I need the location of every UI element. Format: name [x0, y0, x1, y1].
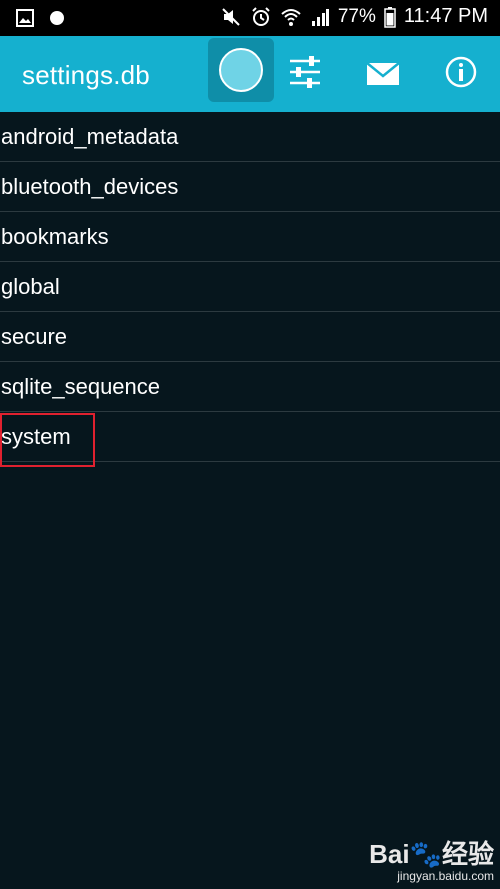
table-name: bookmarks: [1, 224, 109, 249]
mail-icon: [366, 62, 400, 85]
table-row[interactable]: global: [0, 262, 500, 312]
app-bar: settings.db: [0, 36, 500, 112]
table-name: bluetooth_devices: [1, 174, 179, 199]
table-name: global: [1, 274, 60, 299]
circle-icon: [48, 9, 66, 27]
mute-icon: [220, 6, 242, 28]
info-button[interactable]: [444, 54, 478, 95]
table-row[interactable]: android_metadata: [0, 112, 500, 162]
gallery-icon: [16, 9, 34, 27]
mail-button[interactable]: [366, 54, 400, 95]
signal-icon: [310, 7, 330, 27]
table-row[interactable]: bluetooth_devices: [0, 162, 500, 212]
watermark-logo: Bai: [369, 839, 410, 869]
table-name: sqlite_sequence: [1, 374, 161, 399]
table-row[interactable]: bookmarks: [0, 212, 500, 262]
watermark: Bai🐾经验 jingyan.baidu.com: [369, 834, 494, 883]
table-name: android_metadata: [1, 124, 179, 149]
status-bar: 77% 11:47 PM: [0, 0, 500, 36]
record-button[interactable]: [208, 38, 274, 102]
table-row[interactable]: sqlite_sequence: [0, 362, 500, 412]
sliders-button[interactable]: [287, 54, 323, 95]
alarm-icon: [250, 6, 272, 28]
info-icon: [445, 56, 477, 88]
sliders-icon: [290, 56, 320, 88]
watermark-logo-tail: 经验: [441, 839, 494, 869]
battery-percent: 77%: [337, 5, 376, 27]
app-title: settings.db: [22, 60, 150, 90]
table-list: android_metadata bluetooth_devicesbookmar…: [0, 112, 500, 462]
table-name: secure: [1, 324, 68, 349]
paw-icon: 🐾: [409, 839, 442, 869]
watermark-url: jingyan.baidu.com: [397, 869, 494, 883]
highlight-box: [0, 413, 95, 467]
battery-icon: [384, 6, 396, 28]
wifi-icon: [280, 6, 302, 28]
record-icon: [219, 48, 263, 92]
clock: 11:47 PM: [403, 5, 488, 27]
table-row[interactable]: secure: [0, 312, 500, 362]
